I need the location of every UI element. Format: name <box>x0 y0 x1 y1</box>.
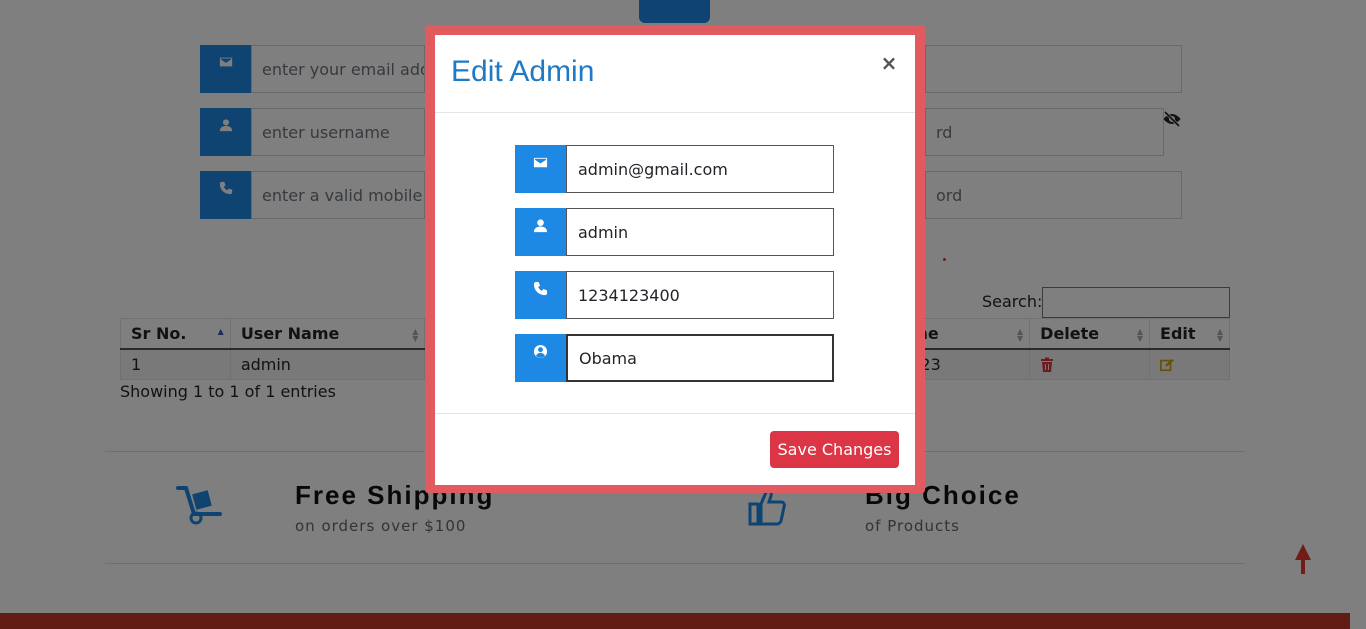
modal-mobile-group <box>515 271 834 319</box>
edit-admin-modal: Edit Admin × admin@gmail.com admin 12341… <box>435 35 915 485</box>
modal-title: Edit Admin <box>451 55 595 88</box>
close-button[interactable]: × <box>879 51 899 75</box>
modal-username-group <box>515 208 834 256</box>
phone-icon <box>515 271 566 319</box>
modal-footer: Save Changes <box>435 413 915 485</box>
user-circle-icon <box>515 334 566 382</box>
modal-frame: Edit Admin × admin@gmail.com admin 12341… <box>425 25 925 493</box>
modal-name-input[interactable] <box>566 334 834 382</box>
modal-email-group <box>515 145 834 193</box>
user-icon <box>515 208 566 256</box>
modal-username-input[interactable] <box>566 208 834 256</box>
modal-name-group <box>515 334 834 382</box>
save-changes-button[interactable]: Save Changes <box>770 431 899 468</box>
modal-mobile-input[interactable] <box>566 271 834 319</box>
envelope-icon <box>515 145 566 193</box>
modal-email-input[interactable] <box>566 145 834 193</box>
modal-header: Edit Admin × <box>435 35 915 113</box>
